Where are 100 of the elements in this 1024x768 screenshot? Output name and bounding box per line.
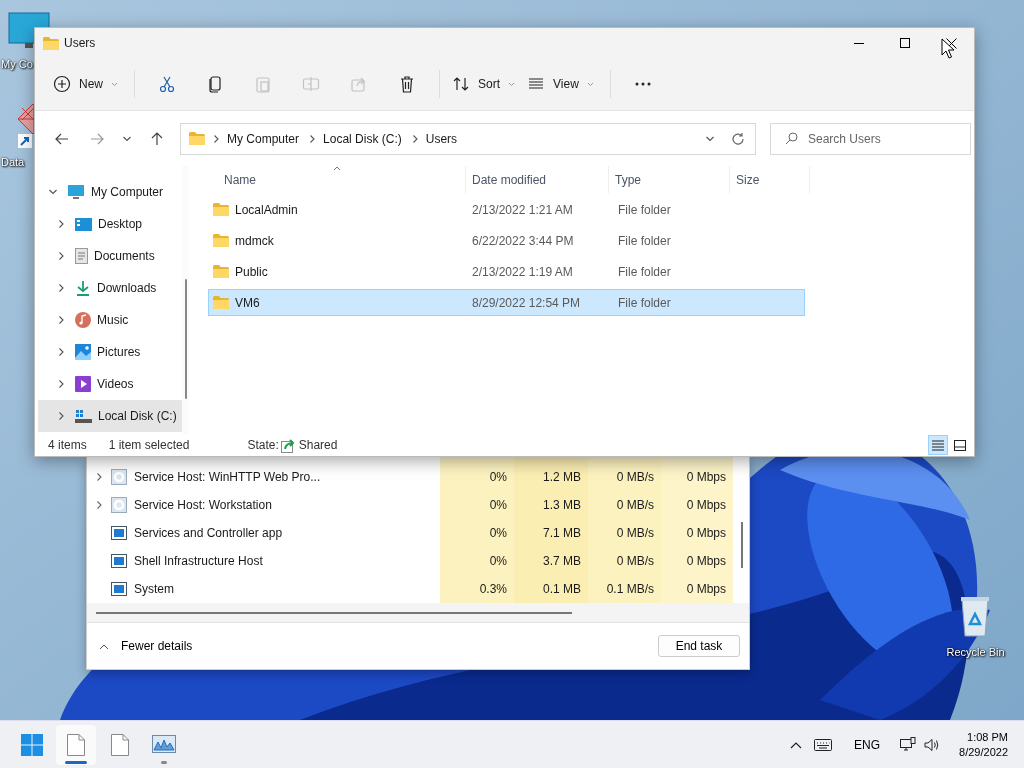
folder-icon — [213, 203, 229, 216]
chevron-right-icon — [94, 472, 104, 482]
process-name[interactable]: Shell Infrastructure Host — [134, 554, 263, 568]
download-icon — [75, 280, 91, 296]
file-row[interactable]: mdmck 6/22/2022 3:44 PM File folder — [208, 227, 805, 254]
search-input[interactable]: Search Users — [808, 124, 968, 153]
hidden-icons-button[interactable] — [790, 740, 803, 749]
taskbar-app-button[interactable] — [56, 724, 96, 765]
network-cell-text: 0 Mbps — [685, 526, 727, 540]
navigation-item[interactable]: Music — [38, 304, 182, 336]
network-button[interactable] — [900, 737, 917, 752]
date: 8/29/2022 — [959, 746, 1008, 758]
breadcrumb[interactable]: Users — [425, 131, 458, 146]
address-bar[interactable]: My Computer Local Disk (C:) Users — [180, 122, 756, 155]
file-row[interactable]: LocalAdmin 2/13/2022 1:21 AM File folder — [208, 196, 805, 223]
shared-icon — [280, 437, 296, 453]
selection-count: 1 item selected — [108, 438, 190, 452]
desktop-icon-label[interactable]: Recycle Bin — [945, 646, 1005, 658]
folder-icon — [189, 132, 205, 145]
music-icon — [75, 312, 91, 328]
type-cell-text: File folder — [617, 295, 672, 310]
cpu-cell-text: 0.3% — [478, 582, 508, 596]
chevron-right-icon — [94, 500, 104, 510]
up-arrow-icon — [151, 131, 163, 146]
file-name: Public — [235, 264, 268, 279]
refresh-icon — [731, 131, 745, 146]
state-label: State: — [247, 438, 279, 452]
navigation-item[interactable]: Local Disk (C:) — [38, 400, 182, 432]
date-cell-text: 2/13/2022 1:21 AM — [471, 202, 574, 217]
network-cell-text: 0 Mbps — [685, 554, 727, 568]
chevron-right-icon — [56, 347, 66, 357]
chevron-right-icon — [56, 251, 66, 261]
scissors-icon — [158, 75, 176, 93]
column-header[interactable]: Size — [736, 172, 760, 187]
end-task-button[interactable]: End task — [658, 635, 740, 657]
sort-button[interactable]: Sort — [448, 67, 524, 101]
file-row[interactable]: VM6 8/29/2022 12:54 PM File folder — [208, 289, 805, 316]
column-header[interactable]: Name — [224, 172, 256, 187]
disk-cell-text: 0 MB/s — [615, 554, 655, 568]
folder-icon — [213, 234, 229, 247]
disk-cell-text: 0 MB/s — [615, 526, 655, 540]
maximize-icon — [900, 38, 910, 48]
navigation-item[interactable]: Documents — [38, 240, 182, 272]
network-cell-text: 0 Mbps — [685, 498, 727, 512]
memory-cell-text: 7.1 MB — [542, 526, 582, 540]
caret-icon — [111, 81, 118, 87]
forward-arrow-icon — [90, 132, 104, 145]
chevron-right-icon — [56, 379, 66, 389]
network-icon — [900, 737, 917, 752]
fewer-details-button[interactable]: Fewer details — [99, 639, 193, 653]
chevron-up-icon — [790, 740, 803, 749]
view-button[interactable]: View — [523, 67, 602, 101]
state-value: Shared — [298, 438, 338, 452]
window-icon — [111, 554, 127, 568]
breadcrumb[interactable]: My Computer — [227, 131, 300, 146]
date-cell-text: 8/29/2022 12:54 PM — [471, 295, 582, 310]
caret-icon — [586, 81, 594, 87]
navigation-item[interactable]: Desktop — [38, 208, 182, 240]
navigation-item[interactable]: My Computer — [38, 176, 182, 208]
process-name[interactable]: Services and Controller app — [134, 526, 283, 540]
item-count: 4 items — [48, 438, 87, 452]
caret-icon — [508, 81, 516, 87]
share-icon — [350, 75, 368, 93]
breadcrumb[interactable]: Local Disk (C:) — [323, 131, 402, 146]
touch-keyboard-button[interactable] — [814, 738, 833, 751]
type-cell-text: File folder — [617, 233, 672, 248]
navigation-item[interactable]: Downloads — [38, 272, 182, 304]
monitor-icon — [67, 184, 85, 200]
input-language-button[interactable]: ENG — [854, 737, 881, 752]
cpu-cell-text: 0% — [488, 470, 508, 484]
time: 1:08 PM — [967, 731, 1008, 743]
search-field[interactable]: Search Users — [770, 122, 971, 155]
cpu-cell-text: 0% — [488, 554, 508, 568]
minimize-icon — [854, 42, 864, 44]
process-name[interactable]: System — [134, 582, 174, 596]
chevron-right-icon — [56, 219, 66, 229]
new-button[interactable]: New — [49, 67, 126, 101]
file-row[interactable]: Public 2/13/2022 1:19 AM File folder — [208, 258, 805, 285]
rename-icon — [302, 75, 320, 93]
folder-icon — [213, 265, 229, 278]
gear-icon — [111, 497, 127, 513]
image-icon — [75, 344, 91, 360]
clipboard-icon — [254, 75, 272, 93]
document-icon — [67, 733, 85, 756]
memory-cell-text: 1.2 MB — [542, 470, 582, 484]
windows-logo-icon — [21, 733, 43, 756]
cpu-cell-text: 0% — [488, 526, 508, 540]
recycle-bin-icon — [958, 594, 992, 638]
scrollbar — [741, 522, 743, 568]
navigation-item[interactable]: Videos — [38, 368, 182, 400]
column-header[interactable]: Type — [615, 172, 641, 187]
process-name[interactable]: Service Host: WinHTTP Web Pro... — [134, 470, 321, 484]
navigation-item[interactable]: Pictures — [38, 336, 182, 368]
clock-button[interactable]: 1:08 PM 8/29/2022 — [959, 731, 1008, 758]
details-view-icon — [932, 439, 944, 451]
process-name[interactable]: Service Host: Workstation — [134, 498, 272, 512]
running-indicator — [65, 760, 87, 764]
type-cell-text: File folder — [617, 264, 672, 279]
chevron-right-icon — [211, 133, 221, 144]
column-header[interactable]: Date modified — [472, 172, 547, 187]
